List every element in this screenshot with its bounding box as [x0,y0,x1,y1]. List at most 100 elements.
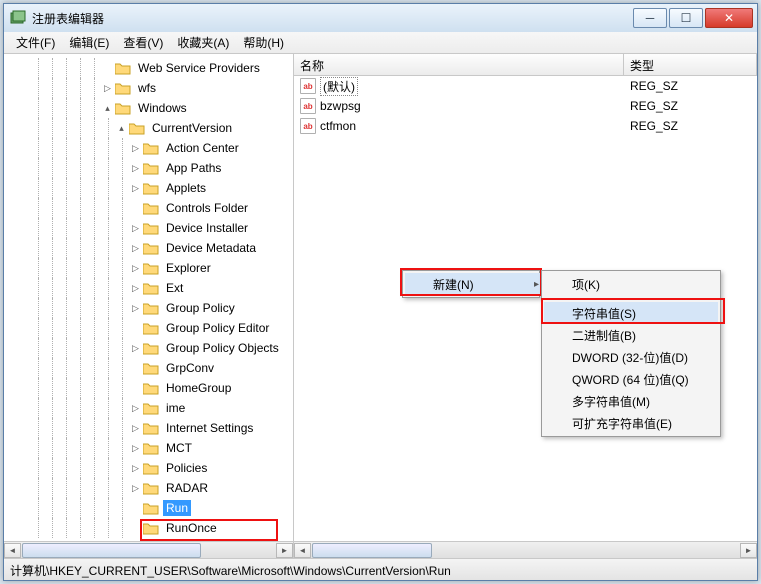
tree-item[interactable]: ▷ Internet Settings [4,418,293,438]
menu-bar: 文件(F) 编辑(E) 查看(V) 收藏夹(A) 帮助(H) [4,32,757,54]
expand-icon[interactable]: ▷ [130,183,141,194]
menu-view[interactable]: 查看(V) [117,32,169,53]
folder-icon [143,161,159,175]
tree-item[interactable]: Controls Folder [4,198,293,218]
menu-file[interactable]: 文件(F) [10,32,61,53]
folder-icon [143,361,159,375]
list-row[interactable]: abbzwpsgREG_SZ [294,96,757,116]
submenu-item[interactable]: 项(K) [544,273,718,295]
col-name[interactable]: 名称 [294,54,624,75]
expand-icon[interactable]: ▷ [130,303,141,314]
folder-icon [143,381,159,395]
tree-item[interactable]: ▷Policies [4,458,293,478]
folder-icon [143,301,159,315]
col-type[interactable]: 类型 [624,54,757,75]
scroll-right-icon[interactable]: ► [276,543,293,558]
submenu-item[interactable]: 多字符串值(M) [544,390,718,412]
expand-icon[interactable]: ▷ [130,243,141,254]
tree-item[interactable]: ▷ MCT [4,438,293,458]
submenu-item[interactable]: DWORD (32-位)值(D) [544,346,718,368]
tree-label: Group Policy [163,300,238,316]
expand-icon[interactable]: ▷ [102,83,113,94]
submenu-item[interactable]: 可扩充字符串值(E) [544,412,718,434]
expand-icon[interactable]: ▷ [130,143,141,154]
expand-icon[interactable]: ▷ [130,483,141,494]
close-button[interactable]: ✕ [705,8,753,28]
menu-edit[interactable]: 编辑(E) [63,32,115,53]
maximize-button[interactable]: ☐ [669,8,703,28]
context-new[interactable]: 新建(N) [405,273,545,295]
tree-label: ime [163,400,188,416]
scroll-left-icon[interactable]: ◄ [294,543,311,558]
title-bar[interactable]: 注册表编辑器 ─ ☐ ✕ [4,4,757,32]
list-h-scrollbar[interactable]: ◄ ► [294,541,757,558]
tree-label: Windows [135,100,190,116]
tree-label: Internet Settings [163,420,256,436]
folder-icon [143,141,159,155]
menu-help[interactable]: 帮助(H) [237,32,290,53]
tree-item[interactable]: Run [4,498,293,518]
scroll-left-icon[interactable]: ◄ [4,543,21,558]
list-row[interactable]: ab(默认)REG_SZ [294,76,757,96]
submenu-label: QWORD (64 位)值(Q) [572,371,689,388]
folder-icon [143,221,159,235]
tree-item[interactable]: ▷ Applets [4,178,293,198]
tree-label: Applets [163,180,209,196]
expand-icon[interactable]: ▷ [130,463,141,474]
expand-icon[interactable]: ▷ [130,343,141,354]
registry-tree[interactable]: Web Service Providers▷wfs ▴ Windows ▴ Curren… [4,54,293,541]
status-bar: 计算机\HKEY_CURRENT_USER\Software\Microsoft… [4,558,757,580]
tree-item[interactable]: ▷Ext [4,278,293,298]
submenu-item[interactable]: 字符串值(S) [544,302,718,324]
expand-icon[interactable]: ▷ [130,263,141,274]
tree-item[interactable]: ▷Device Metadata [4,238,293,258]
folder-icon [143,261,159,275]
tree-label: CurrentVersion [149,120,235,136]
tree-item[interactable]: ▷wfs [4,78,293,98]
value-name: bzwpsg [320,99,361,113]
menu-favorites[interactable]: 收藏夹(A) [171,32,235,53]
expand-icon[interactable]: ▷ [130,283,141,294]
expand-icon[interactable]: ▷ [130,403,141,414]
tree-item[interactable]: Group Policy Editor [4,318,293,338]
tree-item[interactable]: GrpConv [4,358,293,378]
submenu-item[interactable]: QWORD (64 位)值(Q) [544,368,718,390]
folder-icon [143,501,159,515]
registry-editor-window: 注册表编辑器 ─ ☐ ✕ 文件(F) 编辑(E) 查看(V) 收藏夹(A) 帮助… [3,3,758,581]
list-row[interactable]: abctfmonREG_SZ [294,116,757,136]
submenu-item[interactable]: 二进制值(B) [544,324,718,346]
tree-label: GrpConv [163,360,217,376]
values-list[interactable]: ab(默认)REG_SZabbzwpsgREG_SZabctfmonREG_SZ [294,76,757,136]
folder-icon [143,481,159,495]
expand-icon[interactable]: ▴ [102,103,113,114]
tree-h-scrollbar[interactable]: ◄ ► [4,541,293,558]
tree-item[interactable]: ▷Explorer [4,258,293,278]
scroll-thumb[interactable] [312,543,432,558]
submenu-label: 字符串值(S) [572,305,636,322]
folder-icon [143,441,159,455]
scroll-thumb[interactable] [22,543,201,558]
string-value-icon: ab [300,118,316,134]
window-title: 注册表编辑器 [32,10,631,27]
tree-item[interactable]: ▷ Group Policy [4,298,293,318]
expand-icon[interactable]: ▷ [130,163,141,174]
tree-item[interactable]: ▷Group Policy Objects [4,338,293,358]
tree-item[interactable]: ▷Device Installer [4,218,293,238]
scroll-right-icon[interactable]: ► [740,543,757,558]
tree-item[interactable]: ▷ ime [4,398,293,418]
tree-item[interactable]: ▴ Windows [4,98,293,118]
tree-item[interactable]: Web Service Providers [4,58,293,78]
tree-item[interactable]: RunOnce [4,518,293,538]
tree-label: MCT [163,440,195,456]
expand-icon[interactable]: ▷ [130,443,141,454]
tree-item[interactable]: ▴ CurrentVersion [4,118,293,138]
expand-icon[interactable]: ▴ [116,123,127,134]
expand-icon[interactable]: ▷ [130,423,141,434]
tree-item[interactable]: ▷Action Center [4,138,293,158]
folder-icon [115,61,131,75]
tree-item[interactable]: HomeGroup [4,378,293,398]
tree-item[interactable]: ▷App Paths [4,158,293,178]
tree-item[interactable]: ▷RADAR [4,478,293,498]
expand-icon[interactable]: ▷ [130,223,141,234]
minimize-button[interactable]: ─ [633,8,667,28]
